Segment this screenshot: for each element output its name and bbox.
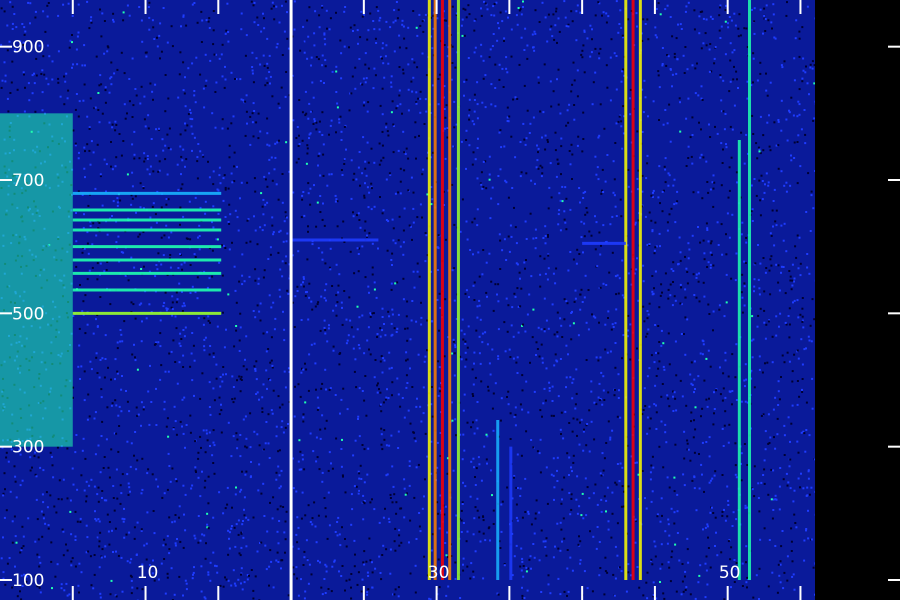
right-margin	[815, 0, 900, 600]
spectrogram-svg: 10 30 50 100 300 500 700 900	[0, 0, 900, 600]
x-tick-label-0: 10	[137, 563, 159, 583]
x-tick-label-2: 50	[719, 563, 741, 583]
y-tick-label-2: 500	[12, 304, 44, 324]
plot-background	[0, 0, 815, 600]
x-tick-label-1: 30	[428, 563, 450, 583]
y-tick-label-1: 300	[12, 438, 44, 458]
y-tick-label-4: 900	[12, 38, 44, 58]
spectrogram-chart: 10 30 50 100 300 500 700 900	[0, 0, 900, 600]
y-tick-label-3: 700	[12, 171, 44, 191]
diffuse-region-0	[0, 113, 73, 447]
y-tick-label-0: 100	[12, 571, 44, 591]
